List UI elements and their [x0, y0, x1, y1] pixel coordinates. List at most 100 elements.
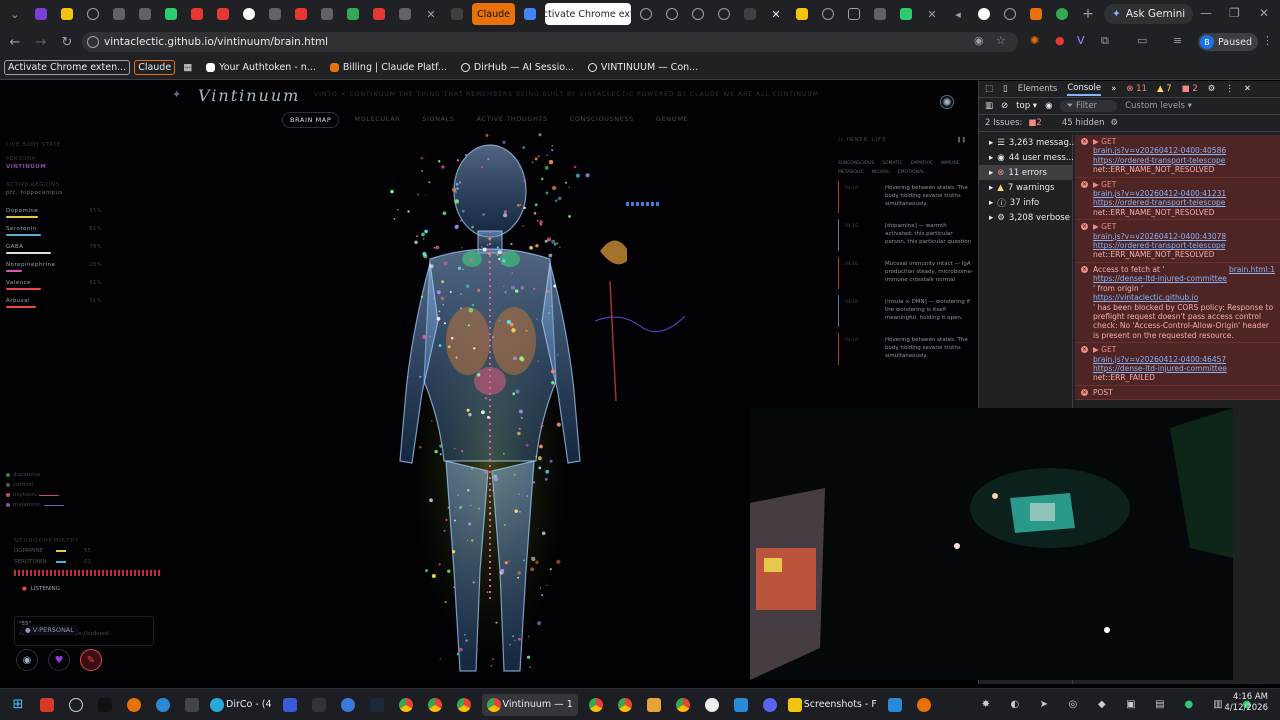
- chrome-icon[interactable]: [424, 694, 446, 716]
- taskbar-app[interactable]: [643, 694, 665, 716]
- tab-favicon[interactable]: [843, 3, 865, 25]
- tab-favicon[interactable]: [186, 3, 208, 25]
- taskbar-app[interactable]: [36, 694, 58, 716]
- chrome-icon[interactable]: [585, 694, 607, 716]
- nav-signals[interactable]: SIGNALS: [415, 112, 461, 128]
- origin-link[interactable]: https://vintaclectic.github.io: [1093, 293, 1198, 302]
- inner-life-tag[interactable]: EMPATHIC: [910, 161, 932, 166]
- system-clock[interactable]: 4:16 AM 4/12/2026: [1224, 692, 1268, 714]
- chrome-icon[interactable]: [614, 694, 636, 716]
- tab-favicon[interactable]: [713, 3, 735, 25]
- brush-button[interactable]: ✎: [80, 649, 102, 671]
- inner-life-tag[interactable]: SOMATIC: [882, 161, 902, 166]
- tab-group-claude[interactable]: Claude: [472, 3, 515, 25]
- taskbar-app-screenshots[interactable]: Screenshots - F: [787, 694, 877, 716]
- tab-favicon[interactable]: [238, 3, 260, 25]
- star-icon[interactable]: ☆: [996, 34, 1006, 47]
- taskbar-app[interactable]: [366, 694, 388, 716]
- tab-elements[interactable]: Elements: [1018, 84, 1058, 94]
- tab-favicon[interactable]: [264, 3, 286, 25]
- tab-favicon[interactable]: [30, 3, 52, 25]
- tab-favicon[interactable]: [368, 3, 390, 25]
- tab-favicon[interactable]: [687, 3, 709, 25]
- tray-icon[interactable]: ➤: [1033, 694, 1055, 716]
- console-sidebar-item[interactable]: ▸ ⓘ 37 info: [979, 195, 1072, 210]
- issues-label[interactable]: 2 Issues:: [985, 118, 1022, 128]
- request-url[interactable]: https://ordered-transport-telescope: [1093, 156, 1275, 165]
- taskbar-app[interactable]: [152, 694, 174, 716]
- speaker-icon[interactable]: ◂: [947, 3, 969, 25]
- new-tab-icon[interactable]: +: [1077, 3, 1099, 25]
- close-devtools-icon[interactable]: ✕: [1244, 84, 1251, 94]
- source-link[interactable]: brain.html:1: [1229, 265, 1275, 274]
- personal-chip[interactable]: ● V-PERSONAL: [20, 625, 79, 635]
- start-button[interactable]: ⊞: [7, 694, 29, 716]
- request-url[interactable]: https://ordered-transport-telescope: [1093, 198, 1275, 207]
- reload-icon[interactable]: ↻: [56, 35, 78, 50]
- taskbar-app-vintinuum[interactable]: Vintinuum — 1: [481, 693, 578, 716]
- minimize-icon[interactable]: —: [1200, 6, 1212, 20]
- back-icon[interactable]: ←: [4, 35, 26, 50]
- tab-favicon[interactable]: [1025, 3, 1047, 25]
- chrome-icon[interactable]: [395, 694, 417, 716]
- taskbar-app[interactable]: [181, 694, 203, 716]
- source-link[interactable]: brain.js?v=v20260412-0400:41231: [1093, 189, 1275, 198]
- bookmark-item[interactable]: DirHub — AI Sessio...: [460, 62, 574, 73]
- inner-life-tag[interactable]: METABOLIC: [838, 170, 864, 175]
- tab-favicon[interactable]: [316, 3, 338, 25]
- extension-icon[interactable]: V: [1077, 34, 1085, 47]
- media-icon[interactable]: ≡: [1173, 34, 1182, 47]
- tab-favicon[interactable]: [446, 3, 468, 25]
- taskbar-app-dirco[interactable]: DirCo - (4: [210, 694, 272, 716]
- tab-favicon[interactable]: [635, 3, 657, 25]
- taskbar-app[interactable]: [279, 694, 301, 716]
- inspect-icon[interactable]: ⬚: [985, 84, 993, 94]
- cast-icon[interactable]: ▭: [1137, 34, 1147, 47]
- tab-favicon[interactable]: [661, 3, 683, 25]
- address-bar[interactable]: vintaclectic.github.io/vintinuum/brain.h…: [82, 32, 1018, 52]
- console-sidebar-item[interactable]: ▸ ☰ 3,263 messag...: [979, 135, 1077, 150]
- close-icon[interactable]: ✕: [765, 3, 787, 25]
- extension-icon[interactable]: ✺: [1030, 34, 1039, 47]
- nav-genome[interactable]: GENOME: [649, 112, 695, 128]
- orb-button[interactable]: [940, 95, 954, 109]
- issue-count-badge[interactable]: ■ 2: [1182, 84, 1198, 94]
- issues-badge[interactable]: ■2: [1028, 118, 1041, 128]
- chrome-icon[interactable]: [453, 694, 475, 716]
- tab-favicon[interactable]: [342, 3, 364, 25]
- request-url[interactable]: https://ordered-transport-telescope: [1093, 241, 1275, 250]
- tab-active[interactable]: Activate Chrome exte: [545, 3, 631, 25]
- heart-button[interactable]: ♥: [48, 649, 70, 671]
- taskbar-app[interactable]: [123, 694, 145, 716]
- eye-icon[interactable]: ◉: [1045, 101, 1052, 111]
- tab-favicon[interactable]: [973, 3, 995, 25]
- tab-favicon[interactable]: [56, 3, 78, 25]
- nav-consciousness[interactable]: CONSCIOUSNESS: [563, 112, 641, 128]
- bookmark-item[interactable]: Claude: [134, 60, 176, 75]
- gear-icon[interactable]: ⚙: [1208, 84, 1216, 94]
- extensions-puzzle-icon[interactable]: ⧉: [1101, 34, 1109, 48]
- pause-icon[interactable]: ❚❚: [957, 137, 966, 143]
- taskbar-app[interactable]: [337, 694, 359, 716]
- bookmark-item[interactable]: Billing | Claude Platf...: [329, 62, 447, 73]
- tray-icon[interactable]: ▣: [1120, 694, 1142, 716]
- tray-icon[interactable]: ●: [1178, 694, 1200, 716]
- maximize-icon[interactable]: ❐: [1229, 6, 1240, 20]
- console-error-entry[interactable]: ✕ ▶ GET brain.js?v=v20260412-0400:43078 htt…: [1075, 220, 1280, 263]
- tab-favicon[interactable]: [82, 3, 104, 25]
- tray-icon[interactable]: ◐: [1004, 694, 1026, 716]
- tab-favicon[interactable]: [999, 3, 1021, 25]
- tab-favicon[interactable]: [160, 3, 182, 25]
- bookmark-item[interactable]: Activate Chrome exten...: [4, 60, 131, 75]
- tab-favicon[interactable]: [134, 3, 156, 25]
- vscode-icon[interactable]: [884, 694, 906, 716]
- sidebar-toggle-icon[interactable]: ▥: [985, 101, 993, 111]
- nav-active-thoughts[interactable]: ACTIVE THOUGHTS: [470, 112, 555, 128]
- source-link[interactable]: brain.js?v=v20260412-0400:43078: [1093, 232, 1275, 241]
- chrome-icon[interactable]: [672, 694, 694, 716]
- settings-icon[interactable]: ⚙: [1111, 118, 1119, 128]
- tab-favicon[interactable]: [869, 3, 891, 25]
- console-error-entry[interactable]: ✕ ▶ GET brain.js?v=v20260412-0400:41231 htt…: [1075, 177, 1280, 221]
- tray-icon[interactable]: ◆: [1091, 694, 1113, 716]
- tab-favicon[interactable]: [212, 3, 234, 25]
